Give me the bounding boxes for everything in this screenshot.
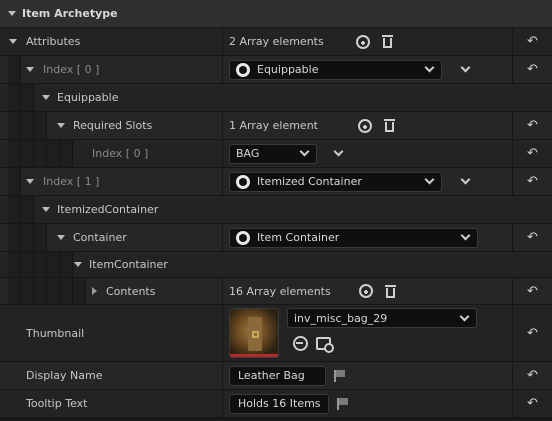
class-name: Itemized Container bbox=[257, 175, 362, 188]
section-header-item-archetype[interactable]: Item Archetype bbox=[0, 0, 552, 28]
required-slot-item-row: Index [ 0 ] BAG ↶ bbox=[0, 140, 552, 168]
add-element-icon[interactable] bbox=[355, 34, 370, 49]
group-label: Equippable bbox=[57, 91, 119, 104]
chevron-down-icon bbox=[299, 146, 310, 157]
thumbnail-row: Thumbnail inv_misc_bag_29 ↶ bbox=[0, 305, 552, 362]
chevron-down-icon bbox=[424, 174, 435, 185]
reset-icon[interactable]: ↶ bbox=[527, 326, 538, 341]
section-title: Item Archetype bbox=[22, 7, 118, 20]
required-slots-count: 1 Array element bbox=[229, 119, 318, 132]
tooltip-text-row: Tooltip Text Holds 16 Items ↶ bbox=[0, 390, 552, 418]
reset-icon[interactable]: ↶ bbox=[527, 118, 538, 133]
reset-icon[interactable]: ↶ bbox=[527, 230, 538, 245]
item-container-group-row: ItemContainer bbox=[0, 252, 552, 278]
localization-flag-icon[interactable] bbox=[334, 369, 346, 382]
contents-label: Contents bbox=[106, 284, 156, 298]
collapse-arrow-icon[interactable] bbox=[74, 262, 82, 267]
required-slots-row: Required Slots 1 Array element ↶ bbox=[0, 112, 552, 140]
chevron-down-icon bbox=[459, 311, 470, 321]
add-element-icon[interactable] bbox=[357, 118, 372, 133]
clear-array-icon[interactable] bbox=[383, 119, 395, 132]
clear-array-icon[interactable] bbox=[384, 284, 396, 298]
clear-array-icon[interactable] bbox=[381, 35, 393, 48]
options-chevron-icon[interactable] bbox=[333, 146, 344, 157]
attributes-index-0-row: Index [ 0 ] Equippable ↶ bbox=[0, 56, 552, 84]
chevron-down-icon bbox=[460, 230, 471, 241]
index-label: Index [ 1 ] bbox=[43, 175, 100, 188]
slot-enum-dropdown[interactable]: BAG bbox=[229, 143, 317, 164]
display-name-value: Leather Bag bbox=[238, 369, 305, 382]
collapse-arrow-icon[interactable] bbox=[8, 11, 16, 16]
tooltip-text-label: Tooltip Text bbox=[26, 397, 88, 410]
attributes-index-1-row: Index [ 1 ] Itemized Container ↶ bbox=[0, 168, 552, 196]
attributes-label: Attributes bbox=[26, 35, 81, 48]
localization-flag-icon[interactable] bbox=[337, 397, 349, 410]
expand-arrow-icon[interactable] bbox=[92, 287, 97, 295]
reset-icon[interactable]: ↶ bbox=[527, 174, 538, 189]
collapse-arrow-icon[interactable] bbox=[57, 123, 65, 128]
reset-icon[interactable]: ↶ bbox=[527, 396, 538, 411]
chevron-down-icon bbox=[424, 62, 435, 73]
itemized-container-group-row: ItemizedContainer bbox=[0, 196, 552, 224]
attributes-row: Attributes 2 Array elements ↶ bbox=[0, 28, 552, 56]
equippable-group-row: Equippable bbox=[0, 84, 552, 112]
use-selected-asset-icon[interactable] bbox=[293, 336, 308, 351]
thumbnail-preview[interactable] bbox=[229, 308, 279, 358]
reset-icon[interactable]: ↶ bbox=[527, 62, 538, 77]
add-element-icon[interactable] bbox=[358, 284, 373, 298]
group-label: ItemContainer bbox=[89, 258, 168, 271]
unreal-class-icon bbox=[236, 62, 250, 77]
contents-row: Contents 16 Array elements ↶ bbox=[0, 278, 552, 305]
slot-value: BAG bbox=[236, 147, 260, 160]
collapse-arrow-icon[interactable] bbox=[57, 235, 65, 240]
display-name-label: Display Name bbox=[26, 369, 103, 382]
collapse-arrow-icon[interactable] bbox=[26, 67, 34, 72]
class-name: Equippable bbox=[257, 63, 319, 76]
collapse-arrow-icon[interactable] bbox=[26, 179, 34, 184]
asset-name: inv_misc_bag_29 bbox=[294, 311, 388, 325]
browse-to-asset-icon[interactable] bbox=[316, 337, 334, 353]
display-name-row: Display Name Leather Bag ↶ bbox=[0, 362, 552, 390]
collapse-arrow-icon[interactable] bbox=[42, 95, 50, 100]
options-chevron-icon[interactable] bbox=[460, 174, 471, 185]
class-picker-dropdown[interactable]: Item Container bbox=[229, 227, 478, 248]
index-label: Index [ 0 ] bbox=[43, 63, 100, 76]
class-picker-dropdown[interactable]: Equippable bbox=[229, 59, 442, 80]
unreal-class-icon bbox=[236, 174, 250, 189]
class-picker-dropdown[interactable]: Itemized Container bbox=[229, 171, 442, 192]
reset-icon[interactable]: ↶ bbox=[527, 34, 538, 49]
reset-icon[interactable]: ↶ bbox=[527, 146, 538, 161]
asset-picker-dropdown[interactable]: inv_misc_bag_29 bbox=[287, 308, 477, 328]
container-label: Container bbox=[73, 231, 127, 244]
required-slots-label: Required Slots bbox=[73, 119, 153, 132]
options-chevron-icon[interactable] bbox=[460, 62, 471, 73]
tooltip-text-input[interactable]: Holds 16 Items bbox=[229, 393, 329, 414]
class-name: Item Container bbox=[257, 231, 340, 244]
tooltip-text-value: Holds 16 Items bbox=[238, 397, 321, 410]
unreal-class-icon bbox=[236, 230, 250, 245]
attributes-count: 2 Array elements bbox=[229, 35, 324, 48]
index-label: Index [ 0 ] bbox=[92, 147, 149, 160]
group-label: ItemizedContainer bbox=[57, 203, 159, 216]
reset-icon[interactable]: ↶ bbox=[527, 284, 538, 299]
container-row: Container Item Container ↶ bbox=[0, 224, 552, 252]
display-name-input[interactable]: Leather Bag bbox=[229, 365, 326, 386]
collapse-arrow-icon[interactable] bbox=[42, 207, 50, 212]
contents-count: 16 Array elements bbox=[229, 284, 331, 298]
thumbnail-label: Thumbnail bbox=[26, 326, 85, 340]
collapse-arrow-icon[interactable] bbox=[9, 39, 17, 44]
reset-icon[interactable]: ↶ bbox=[527, 368, 538, 383]
